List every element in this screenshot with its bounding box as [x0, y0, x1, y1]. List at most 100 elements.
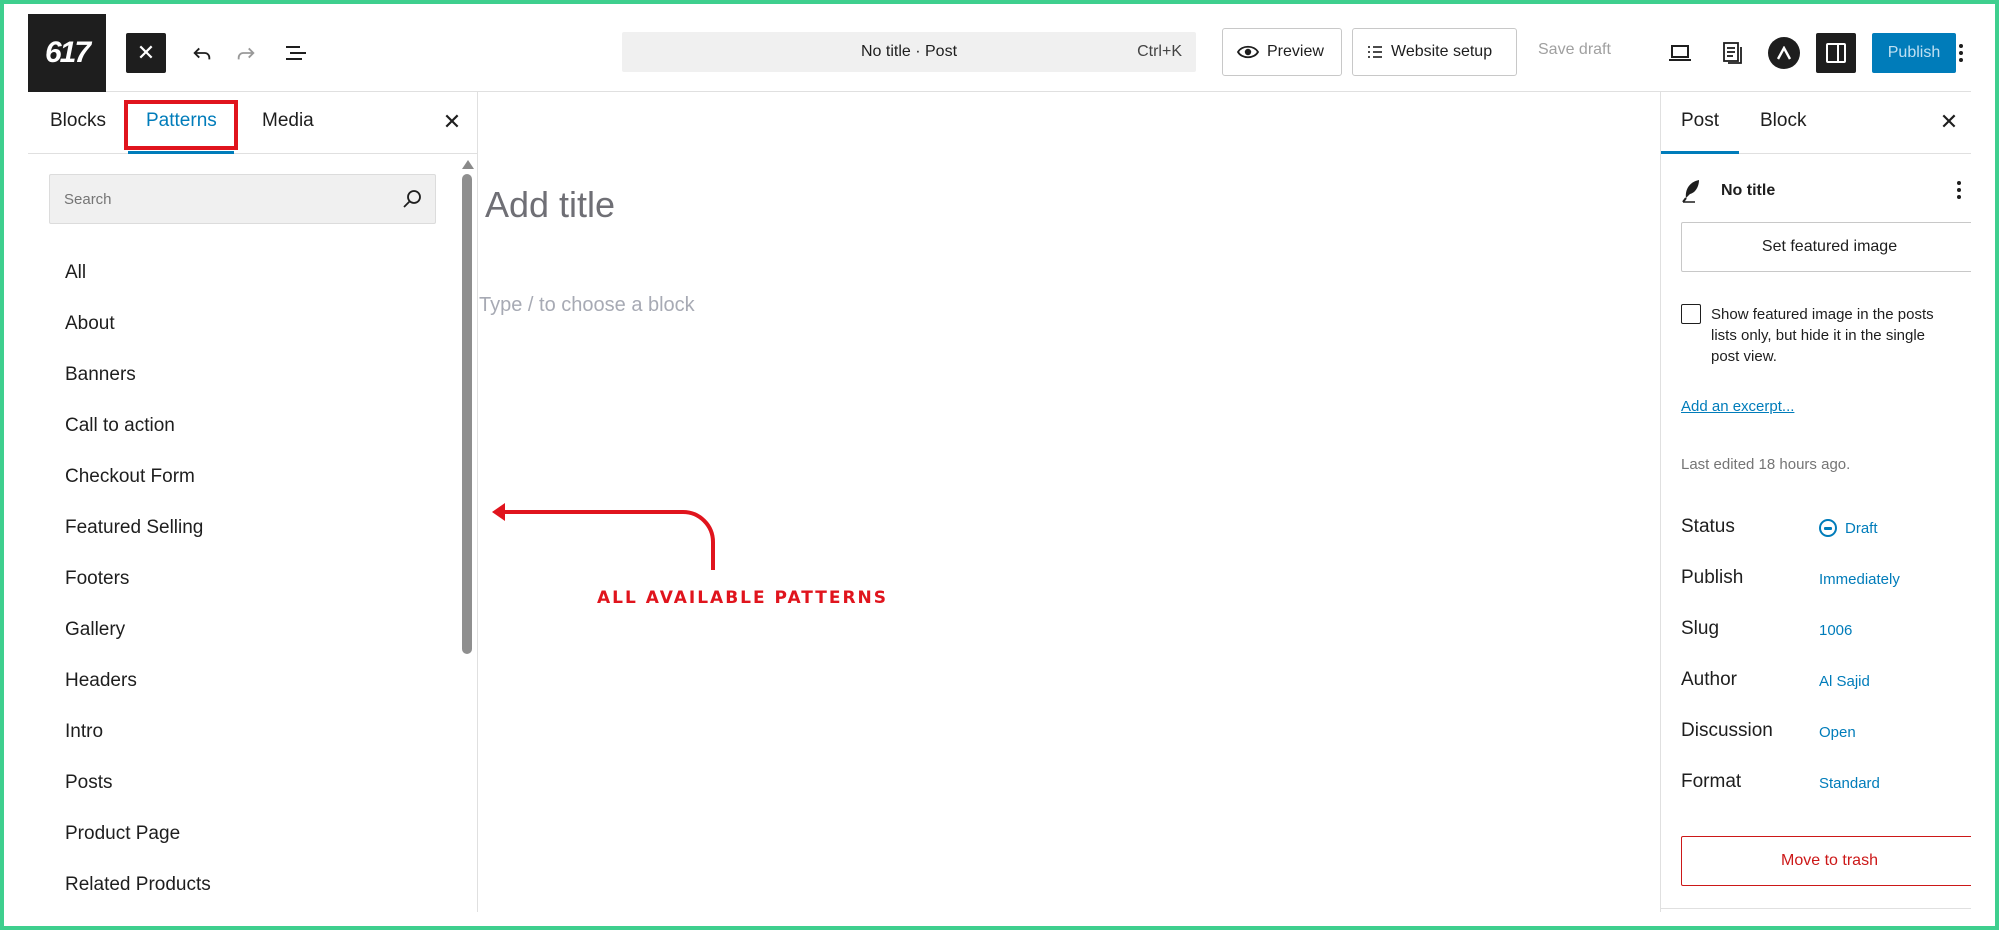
undo-icon — [193, 47, 211, 60]
inserter-tabs: Blocks Patterns Media ✕ — [28, 92, 478, 154]
post-title: No title — [1721, 182, 1776, 199]
pattern-search — [49, 174, 436, 224]
close-icon: ✕ — [442, 109, 462, 134]
category-item[interactable]: Intro — [65, 721, 103, 743]
last-edited-text: Last edited 18 hours ago. — [1681, 456, 1851, 473]
category-item[interactable]: Checkout Form — [65, 466, 195, 488]
kebab-menu-icon — [1958, 44, 1963, 62]
settings-sidebar: Post Block ✕ No title Set featured image… — [1660, 92, 1971, 912]
inserter-scrollbar[interactable] — [460, 160, 474, 910]
category-item[interactable]: Banners — [65, 364, 136, 386]
logo-text: 617 — [44, 36, 91, 69]
post-summary-header: No title — [1681, 174, 1971, 210]
meta-key: Status — [1681, 516, 1735, 537]
publish-value-button[interactable]: Immediately — [1819, 571, 1900, 588]
document-icon — [1723, 42, 1742, 64]
settings-toggle-button[interactable] — [1816, 33, 1856, 73]
draft-status-icon — [1819, 519, 1837, 537]
list-view-icon — [286, 46, 306, 60]
scrollbar-thumb[interactable] — [462, 174, 472, 654]
meta-row-status: Status Draft — [1681, 516, 1971, 544]
patterns-highlight-box — [124, 100, 238, 150]
active-tab-indicator — [1661, 151, 1739, 154]
tab-blocks[interactable]: Blocks — [50, 110, 106, 132]
document-title: No title · Post — [860, 43, 958, 60]
editor-header: 617 ✕ No title · Post Ctrl+K Preview Web… — [28, 14, 1971, 92]
active-tab-indicator — [128, 151, 234, 154]
format-value-button[interactable]: Standard — [1819, 775, 1880, 792]
category-item[interactable]: Headers — [65, 670, 137, 692]
tab-media[interactable]: Media — [262, 110, 314, 132]
search-icon — [403, 190, 421, 208]
device-preview-button[interactable] — [1660, 33, 1700, 73]
save-draft-button[interactable]: Save draft — [1538, 41, 1611, 59]
author-value-button[interactable]: Al Sajid — [1819, 673, 1870, 690]
checklist-icon — [1368, 46, 1382, 58]
category-item[interactable]: Posts — [65, 772, 113, 794]
featured-image-checkbox[interactable] — [1681, 304, 1701, 324]
sidebar-toggle-icon — [1826, 43, 1846, 63]
laptop-icon — [1669, 45, 1691, 61]
category-item[interactable]: Related Products — [65, 874, 211, 896]
undo-button[interactable] — [182, 33, 222, 73]
category-item[interactable]: Call to action — [65, 415, 175, 437]
sidebar-tabs: Post Block ✕ — [1661, 92, 1971, 154]
category-item[interactable]: About — [65, 313, 115, 335]
preview-label: Preview — [1267, 43, 1324, 60]
meta-row-format: Format Standard — [1681, 771, 1971, 799]
meta-key: Publish — [1681, 567, 1744, 588]
annotation-arrow — [492, 503, 715, 570]
slug-value-button[interactable]: 1006 — [1819, 622, 1852, 639]
close-icon: ✕ — [136, 40, 156, 65]
kebab-menu-icon — [1957, 181, 1961, 199]
close-sidebar-button[interactable]: ✕ — [1933, 106, 1965, 138]
feather-icon — [1682, 180, 1699, 203]
featured-image-checkbox-label: Show featured image in the posts lists o… — [1711, 306, 1934, 365]
post-title-input[interactable]: Add title — [485, 184, 615, 226]
block-appender[interactable]: Type / to choose a block — [479, 294, 695, 317]
add-excerpt-link[interactable]: Add an excerpt... — [1681, 398, 1794, 415]
sidebar-divider — [1661, 908, 1971, 909]
set-featured-image-button[interactable]: Set featured image — [1681, 222, 1971, 272]
command-palette-bar[interactable]: No title · Post Ctrl+K — [622, 32, 1196, 72]
post-actions-button[interactable] — [1949, 176, 1969, 204]
list-view-button[interactable] — [276, 33, 316, 73]
search-input[interactable] — [50, 175, 390, 223]
close-inserter-button[interactable]: ✕ — [126, 33, 166, 73]
discussion-value-button[interactable]: Open — [1819, 724, 1856, 741]
meta-row-author: Author Al Sajid — [1681, 669, 1971, 697]
document-overview-button[interactable] — [1712, 33, 1752, 73]
close-panel-button[interactable]: ✕ — [436, 106, 468, 138]
eye-icon — [1237, 45, 1259, 59]
block-inserter-panel: Blocks Patterns Media ✕ All About Banner… — [28, 92, 478, 912]
meta-row-publish: Publish Immediately — [1681, 567, 1971, 595]
category-item[interactable]: Gallery — [65, 619, 125, 641]
category-item[interactable]: All — [65, 262, 86, 284]
annotation-label: ALL AVAILABLE PATTERNS — [597, 588, 889, 608]
move-to-trash-button[interactable]: Move to trash — [1681, 836, 1971, 886]
category-item[interactable]: Footers — [65, 568, 129, 590]
status-value-button[interactable]: Draft — [1845, 520, 1878, 537]
options-menu-button[interactable] — [1950, 33, 1971, 73]
scroll-up-arrow-icon[interactable] — [462, 160, 474, 169]
command-shortcut: Ctrl+K — [1137, 43, 1182, 60]
astra-settings-button[interactable] — [1764, 33, 1804, 73]
redo-icon — [237, 47, 255, 60]
website-setup-button[interactable]: Website setup — [1352, 28, 1517, 76]
tab-post[interactable]: Post — [1681, 110, 1719, 132]
meta-key: Format — [1681, 771, 1742, 792]
meta-key: Author — [1681, 669, 1737, 690]
category-item[interactable]: Product Page — [65, 823, 180, 845]
category-item[interactable]: Featured Selling — [65, 517, 203, 539]
website-setup-label: Website setup — [1391, 43, 1493, 60]
editor-app: 617 ✕ No title · Post Ctrl+K Preview Web… — [28, 14, 1971, 912]
meta-row-slug: Slug 1006 — [1681, 618, 1971, 646]
tab-block[interactable]: Block — [1760, 110, 1806, 132]
preview-button[interactable]: Preview — [1222, 28, 1342, 76]
editor-canvas: Add title Type / to choose a block ALL A… — [479, 92, 1660, 912]
redo-button[interactable] — [226, 33, 266, 73]
publish-button[interactable]: Publish — [1872, 33, 1956, 73]
meta-key: Slug — [1681, 618, 1720, 639]
meta-row-discussion: Discussion Open — [1681, 720, 1971, 748]
site-logo[interactable]: 617 — [28, 14, 106, 92]
